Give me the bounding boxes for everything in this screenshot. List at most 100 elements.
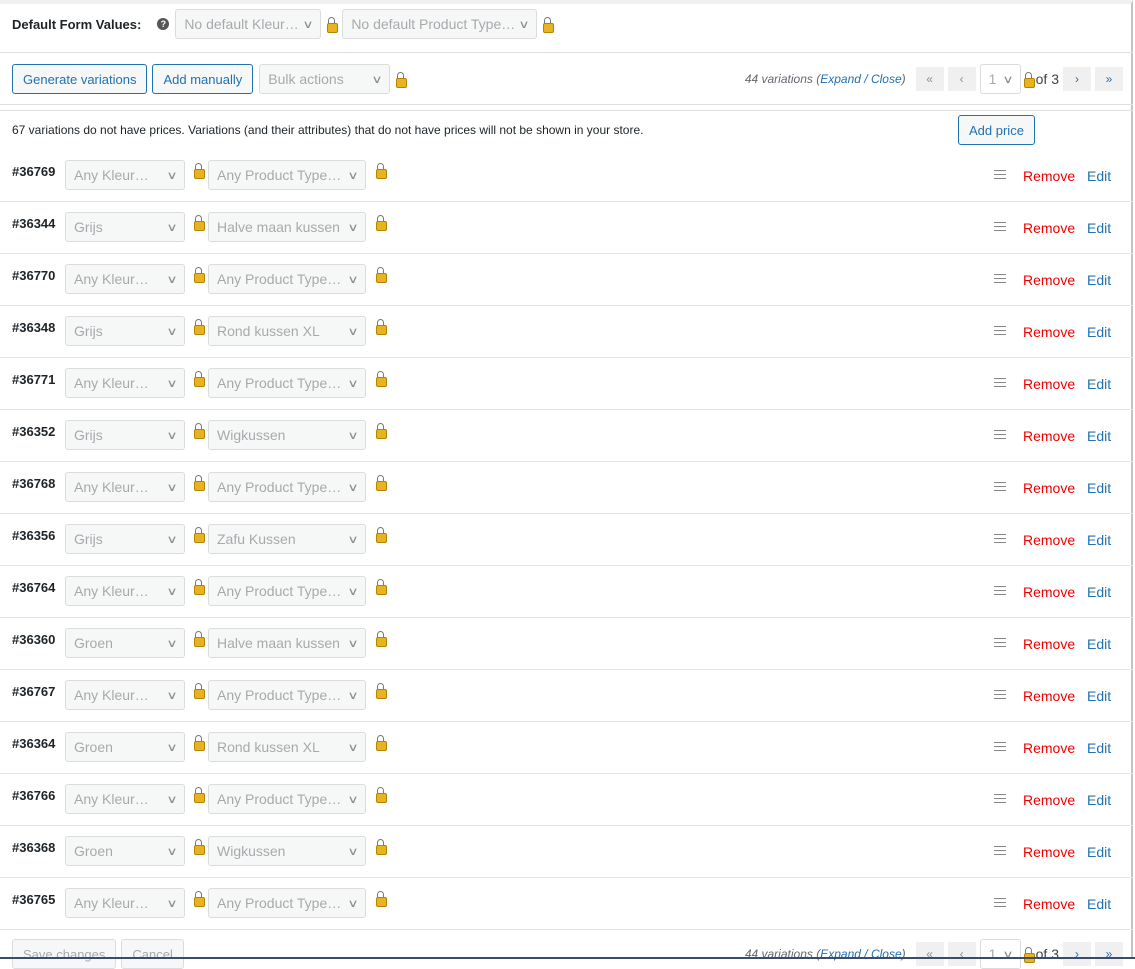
kleur-select[interactable]: Any Kleur… ∨ (65, 368, 185, 398)
kleur-select[interactable]: Grijs ∨ (65, 524, 185, 554)
remove-link[interactable]: Remove (1023, 584, 1075, 600)
remove-link[interactable]: Remove (1023, 220, 1075, 236)
remove-link[interactable]: Remove (1023, 168, 1075, 184)
product-type-select[interactable]: Any Product Type… ∨ (208, 472, 366, 502)
variation-row[interactable]: #36368 Groen ∨ Wigkussen ∨ Remove Edit (0, 826, 1133, 878)
edit-link[interactable]: Edit (1087, 792, 1111, 808)
edit-link[interactable]: Edit (1087, 688, 1111, 704)
product-type-select[interactable]: Any Product Type… ∨ (208, 368, 366, 398)
edit-link[interactable]: Edit (1087, 532, 1111, 548)
edit-link[interactable]: Edit (1087, 272, 1111, 288)
kleur-select[interactable]: Any Kleur… ∨ (65, 472, 185, 502)
first-page-button[interactable]: « (915, 942, 944, 966)
kleur-select[interactable]: Any Kleur… ∨ (65, 576, 185, 606)
product-type-select[interactable]: Rond kussen XL ∨ (208, 316, 366, 346)
variation-row[interactable]: #36766 Any Kleur… ∨ Any Product Type… ∨ Re… (0, 774, 1133, 826)
drag-handle-icon[interactable] (994, 742, 1006, 751)
prev-page-button[interactable]: ‹ (947, 67, 976, 91)
drag-handle-icon[interactable] (994, 222, 1006, 231)
remove-link[interactable]: Remove (1023, 376, 1075, 392)
page-select[interactable]: 1 ∨ (979, 64, 1021, 94)
remove-link[interactable]: Remove (1023, 272, 1075, 288)
product-type-select[interactable]: Wigkussen ∨ (208, 420, 366, 450)
remove-link[interactable]: Remove (1023, 740, 1075, 756)
edit-link[interactable]: Edit (1087, 220, 1111, 236)
edit-link[interactable]: Edit (1087, 896, 1111, 912)
prev-page-button[interactable]: ‹ (947, 942, 976, 966)
variation-row[interactable]: #36348 Grijs ∨ Rond kussen XL ∨ Remove Edi… (0, 306, 1133, 358)
edit-link[interactable]: Edit (1087, 636, 1111, 652)
remove-link[interactable]: Remove (1023, 532, 1075, 548)
remove-link[interactable]: Remove (1023, 844, 1075, 860)
default-product-type-select[interactable]: No default Product Type… ∨ (342, 9, 538, 39)
drag-handle-icon[interactable] (994, 430, 1006, 439)
drag-handle-icon[interactable] (994, 274, 1006, 283)
product-type-select[interactable]: Any Product Type… ∨ (208, 680, 366, 710)
kleur-select[interactable]: Groen ∨ (65, 628, 185, 658)
remove-link[interactable]: Remove (1023, 896, 1075, 912)
product-type-select[interactable]: Halve maan kussen ∨ (208, 628, 366, 658)
edit-link[interactable]: Edit (1087, 844, 1111, 860)
variation-row[interactable]: #36768 Any Kleur… ∨ Any Product Type… ∨ Re… (0, 462, 1133, 514)
variation-row[interactable]: #36765 Any Kleur… ∨ Any Product Type… ∨ Re… (0, 878, 1133, 930)
product-type-select[interactable]: Any Product Type… ∨ (208, 784, 366, 814)
kleur-select[interactable]: Grijs ∨ (65, 212, 185, 242)
kleur-select[interactable]: Any Kleur… ∨ (65, 264, 185, 294)
drag-handle-icon[interactable] (994, 898, 1006, 907)
drag-handle-icon[interactable] (994, 482, 1006, 491)
help-icon[interactable]: ? (157, 18, 170, 30)
kleur-select[interactable]: Groen ∨ (65, 732, 185, 762)
add-manually-button[interactable]: Add manually (152, 64, 254, 94)
cancel-button[interactable]: Cancel (121, 939, 184, 969)
variation-row[interactable]: #36769 Any Kleur… ∨ Any Product Type… ∨ Re… (0, 150, 1133, 202)
kleur-select[interactable]: Grijs ∨ (65, 420, 185, 450)
product-type-select[interactable]: Any Product Type… ∨ (208, 264, 366, 294)
product-type-select[interactable]: Any Product Type… ∨ (208, 576, 366, 606)
drag-handle-icon[interactable] (994, 794, 1006, 803)
variation-row[interactable]: #36364 Groen ∨ Rond kussen XL ∨ Remove Edi… (0, 722, 1133, 774)
kleur-select[interactable]: Groen ∨ (65, 836, 185, 866)
variation-row[interactable]: #36767 Any Kleur… ∨ Any Product Type… ∨ Re… (0, 670, 1133, 722)
drag-handle-icon[interactable] (994, 846, 1006, 855)
drag-handle-icon[interactable] (994, 638, 1006, 647)
variation-row[interactable]: #36764 Any Kleur… ∨ Any Product Type… ∨ Re… (0, 566, 1133, 618)
drag-handle-icon[interactable] (994, 690, 1006, 699)
product-type-select[interactable]: Halve maan kussen ∨ (208, 212, 366, 242)
first-page-button[interactable]: « (915, 67, 944, 91)
product-type-select[interactable]: Any Product Type… ∨ (208, 160, 366, 190)
next-page-button[interactable]: › (1063, 67, 1091, 91)
variation-row[interactable]: #36770 Any Kleur… ∨ Any Product Type… ∨ Re… (0, 254, 1133, 306)
product-type-select[interactable]: Wigkussen ∨ (208, 836, 366, 866)
save-changes-button[interactable]: Save changes (12, 939, 117, 969)
kleur-select[interactable]: Any Kleur… ∨ (65, 680, 185, 710)
kleur-select[interactable]: Any Kleur… ∨ (65, 160, 185, 190)
product-type-select[interactable]: Any Product Type… ∨ (208, 888, 366, 918)
add-price-button[interactable]: Add price (958, 115, 1035, 145)
variation-row[interactable]: #36360 Groen ∨ Halve maan kussen ∨ Remove … (0, 618, 1133, 670)
edit-link[interactable]: Edit (1087, 376, 1111, 392)
drag-handle-icon[interactable] (994, 534, 1006, 543)
page-select[interactable]: 1 ∨ (979, 939, 1021, 969)
expand-link[interactable]: Expand (820, 72, 861, 86)
edit-link[interactable]: Edit (1087, 740, 1111, 756)
remove-link[interactable]: Remove (1023, 480, 1075, 496)
close-link[interactable]: Close (871, 72, 902, 86)
kleur-select[interactable]: Grijs ∨ (65, 316, 185, 346)
product-type-select[interactable]: Zafu Kussen ∨ (208, 524, 366, 554)
edit-link[interactable]: Edit (1087, 428, 1111, 444)
remove-link[interactable]: Remove (1023, 636, 1075, 652)
edit-link[interactable]: Edit (1087, 480, 1111, 496)
variation-row[interactable]: #36771 Any Kleur… ∨ Any Product Type… ∨ Re… (0, 358, 1133, 410)
last-page-button[interactable]: » (1095, 67, 1123, 91)
edit-link[interactable]: Edit (1087, 584, 1111, 600)
kleur-select[interactable]: Any Kleur… ∨ (65, 888, 185, 918)
remove-link[interactable]: Remove (1023, 324, 1075, 340)
edit-link[interactable]: Edit (1087, 324, 1111, 340)
variation-row[interactable]: #36356 Grijs ∨ Zafu Kussen ∨ Remove Edit (0, 514, 1133, 566)
last-page-button[interactable]: » (1095, 942, 1123, 966)
remove-link[interactable]: Remove (1023, 792, 1075, 808)
kleur-select[interactable]: Any Kleur… ∨ (65, 784, 185, 814)
drag-handle-icon[interactable] (994, 378, 1006, 387)
generate-variations-button[interactable]: Generate variations (12, 64, 148, 94)
default-kleur-select[interactable]: No default Kleur… ∨ (175, 9, 322, 39)
